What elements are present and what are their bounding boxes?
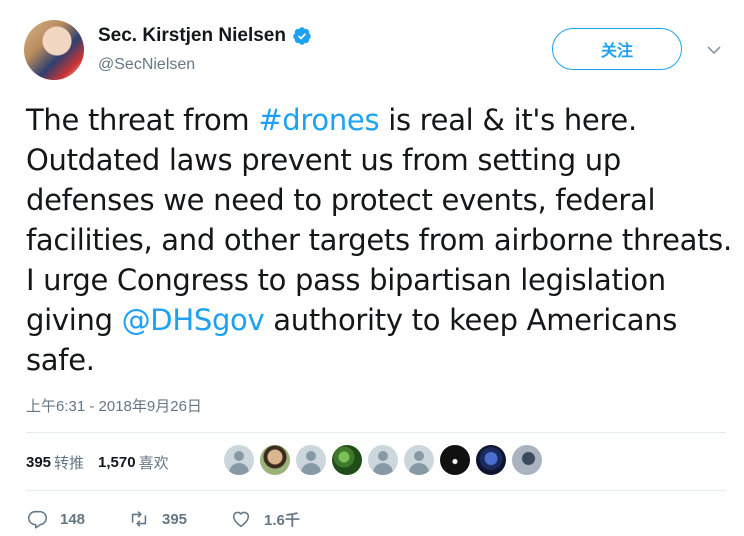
user-name-row: Sec. Kirstjen Nielsen — [98, 25, 312, 47]
tweet-text-segment: is real & it's here. Outdated laws preve… — [26, 103, 732, 337]
like-button[interactable]: 1.6千 — [230, 508, 300, 530]
timestamp[interactable]: 上午6:31 - 2018年9月26日 — [26, 395, 202, 416]
reply-icon — [27, 510, 47, 529]
liker-avatar[interactable] — [476, 445, 506, 475]
chevron-down-icon[interactable] — [704, 40, 724, 60]
user-handle[interactable]: @SecNielsen — [98, 56, 195, 74]
stats-row: 395 转推 1,570 喜欢 — [26, 452, 183, 473]
likers-avatars — [224, 445, 548, 475]
mention-link[interactable]: @DHSgov — [122, 303, 265, 337]
verified-badge-icon — [293, 27, 311, 45]
likes-count[interactable]: 1,570 — [98, 454, 136, 471]
divider — [26, 432, 726, 433]
hashtag-link[interactable]: #drones — [258, 103, 379, 137]
liker-avatar[interactable] — [224, 445, 254, 475]
user-name[interactable]: Sec. Kirstjen Nielsen — [98, 25, 286, 47]
like-count: 1.6千 — [264, 511, 300, 529]
tweet-text-segment: The threat from — [26, 103, 259, 137]
reply-button[interactable]: 148 — [26, 508, 128, 530]
liker-avatar[interactable] — [512, 445, 542, 475]
reply-count: 148 — [60, 510, 86, 528]
retweets-label[interactable]: 转推 — [54, 452, 84, 473]
tweet-text: The threat from #drones is real & it's h… — [26, 100, 736, 380]
retweets-count[interactable]: 395 — [26, 454, 51, 471]
retweet-icon — [131, 511, 147, 527]
retweet-count: 395 — [162, 510, 188, 528]
follow-button[interactable]: 关注 — [552, 28, 682, 70]
heart-icon — [232, 511, 250, 528]
liker-avatar[interactable] — [296, 445, 326, 475]
liker-avatar[interactable] — [440, 445, 470, 475]
liker-avatar[interactable] — [368, 445, 398, 475]
avatar[interactable] — [24, 20, 84, 80]
actions-bar: 148 395 1.6千 — [26, 508, 300, 530]
likes-label[interactable]: 喜欢 — [139, 452, 169, 473]
divider — [26, 490, 726, 491]
liker-avatar[interactable] — [260, 445, 290, 475]
liker-avatar[interactable] — [332, 445, 362, 475]
retweet-button[interactable]: 395 — [128, 508, 230, 530]
liker-avatar[interactable] — [404, 445, 434, 475]
